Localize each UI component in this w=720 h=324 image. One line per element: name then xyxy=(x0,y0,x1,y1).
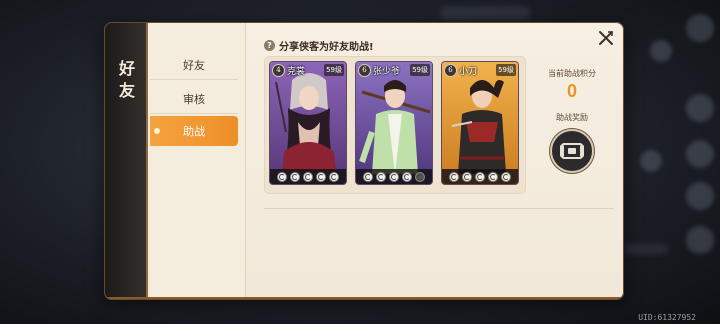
friends-panel: 好友 好友 审核 助战 ? 分享侠客为好友助战! 4 克裳 59级 6 张少爷 … xyxy=(104,22,624,300)
tab-list: 好友 审核 助战 xyxy=(150,22,246,300)
hero-name: 克裳 xyxy=(287,66,306,77)
skill-gem-row xyxy=(442,169,518,184)
active-tab-dot xyxy=(154,128,160,134)
tab-assist-label: 助战 xyxy=(183,125,205,138)
hero-level: 59级 xyxy=(496,64,516,76)
gem-icon xyxy=(329,171,339,182)
gem-icon xyxy=(475,171,485,182)
hero-portrait xyxy=(442,62,518,184)
score-label: 当前助战积分 xyxy=(548,69,596,78)
tab-assist[interactable]: 助战 xyxy=(150,116,238,146)
hero-name: 小刀 xyxy=(459,66,478,77)
background-icon xyxy=(650,40,672,62)
star-badge: 6 xyxy=(444,63,457,77)
hero-card-xiaodao[interactable]: 6 小刀 59级 xyxy=(441,61,519,185)
help-icon[interactable]: ? xyxy=(264,40,275,51)
gem-icon xyxy=(277,171,287,182)
gem-icon xyxy=(501,171,511,182)
gem-icon xyxy=(303,171,313,182)
tab-review-label: 审核 xyxy=(183,92,205,106)
background-bar xyxy=(440,6,530,20)
skill-gem-row xyxy=(270,169,346,184)
gem-icon xyxy=(462,171,472,182)
assist-score-panel: 当前助战积分 0 助战奖励 xyxy=(532,68,612,173)
tab-friends[interactable]: 好友 xyxy=(150,50,238,80)
background-icon xyxy=(686,140,714,168)
scroll-icon xyxy=(560,143,584,159)
tab-review[interactable]: 审核 xyxy=(150,84,238,114)
hero-card-keshang[interactable]: 4 克裳 59级 xyxy=(269,61,347,185)
star-badge: 6 xyxy=(358,63,371,77)
assist-card-slots: 4 克裳 59级 6 张少爷 59级 6 小刀 59级 xyxy=(264,56,526,194)
content-divider xyxy=(264,208,614,209)
gem-icon xyxy=(449,171,459,182)
user-id-label: UID:61327952 xyxy=(638,313,696,322)
background-icon xyxy=(686,182,714,210)
gem-icon xyxy=(290,171,300,182)
hero-level: 59级 xyxy=(410,64,430,76)
gem-icon xyxy=(316,171,326,182)
skill-gem-row xyxy=(356,169,432,184)
assist-heading: ? 分享侠客为好友助战! xyxy=(264,38,374,53)
gem-icon xyxy=(389,171,399,182)
gem-icon xyxy=(415,171,425,182)
reward-button[interactable] xyxy=(550,129,594,173)
background-icon xyxy=(686,94,714,122)
hero-portrait xyxy=(270,62,346,184)
hero-card-zhang-shaoye[interactable]: 6 张少爷 59级 xyxy=(355,61,433,185)
tab-friends-label: 好友 xyxy=(183,58,205,72)
assist-content: ? 分享侠客为好友助战! 4 克裳 59级 6 张少爷 59级 6 小刀 59级… xyxy=(250,32,616,288)
score-value: 0 xyxy=(566,81,577,101)
hero-level: 59级 xyxy=(324,64,344,76)
background-icon xyxy=(686,226,714,254)
panel-spine: 好友 xyxy=(104,22,148,300)
hero-portrait xyxy=(356,62,432,184)
panel-bottom-edge xyxy=(104,297,624,300)
gem-icon xyxy=(363,171,373,182)
background-icon xyxy=(640,150,662,172)
hero-name: 张少爷 xyxy=(373,66,401,77)
gem-icon xyxy=(376,171,386,182)
assist-heading-text: 分享侠客为好友助战! xyxy=(279,42,374,53)
gem-icon xyxy=(402,171,412,182)
star-badge: 4 xyxy=(272,63,285,77)
panel-title: 好友 xyxy=(118,59,135,100)
background-icon xyxy=(686,14,714,42)
reward-label: 助战奖励 xyxy=(556,113,588,122)
gem-icon xyxy=(488,171,498,182)
background-bar xyxy=(622,244,668,254)
